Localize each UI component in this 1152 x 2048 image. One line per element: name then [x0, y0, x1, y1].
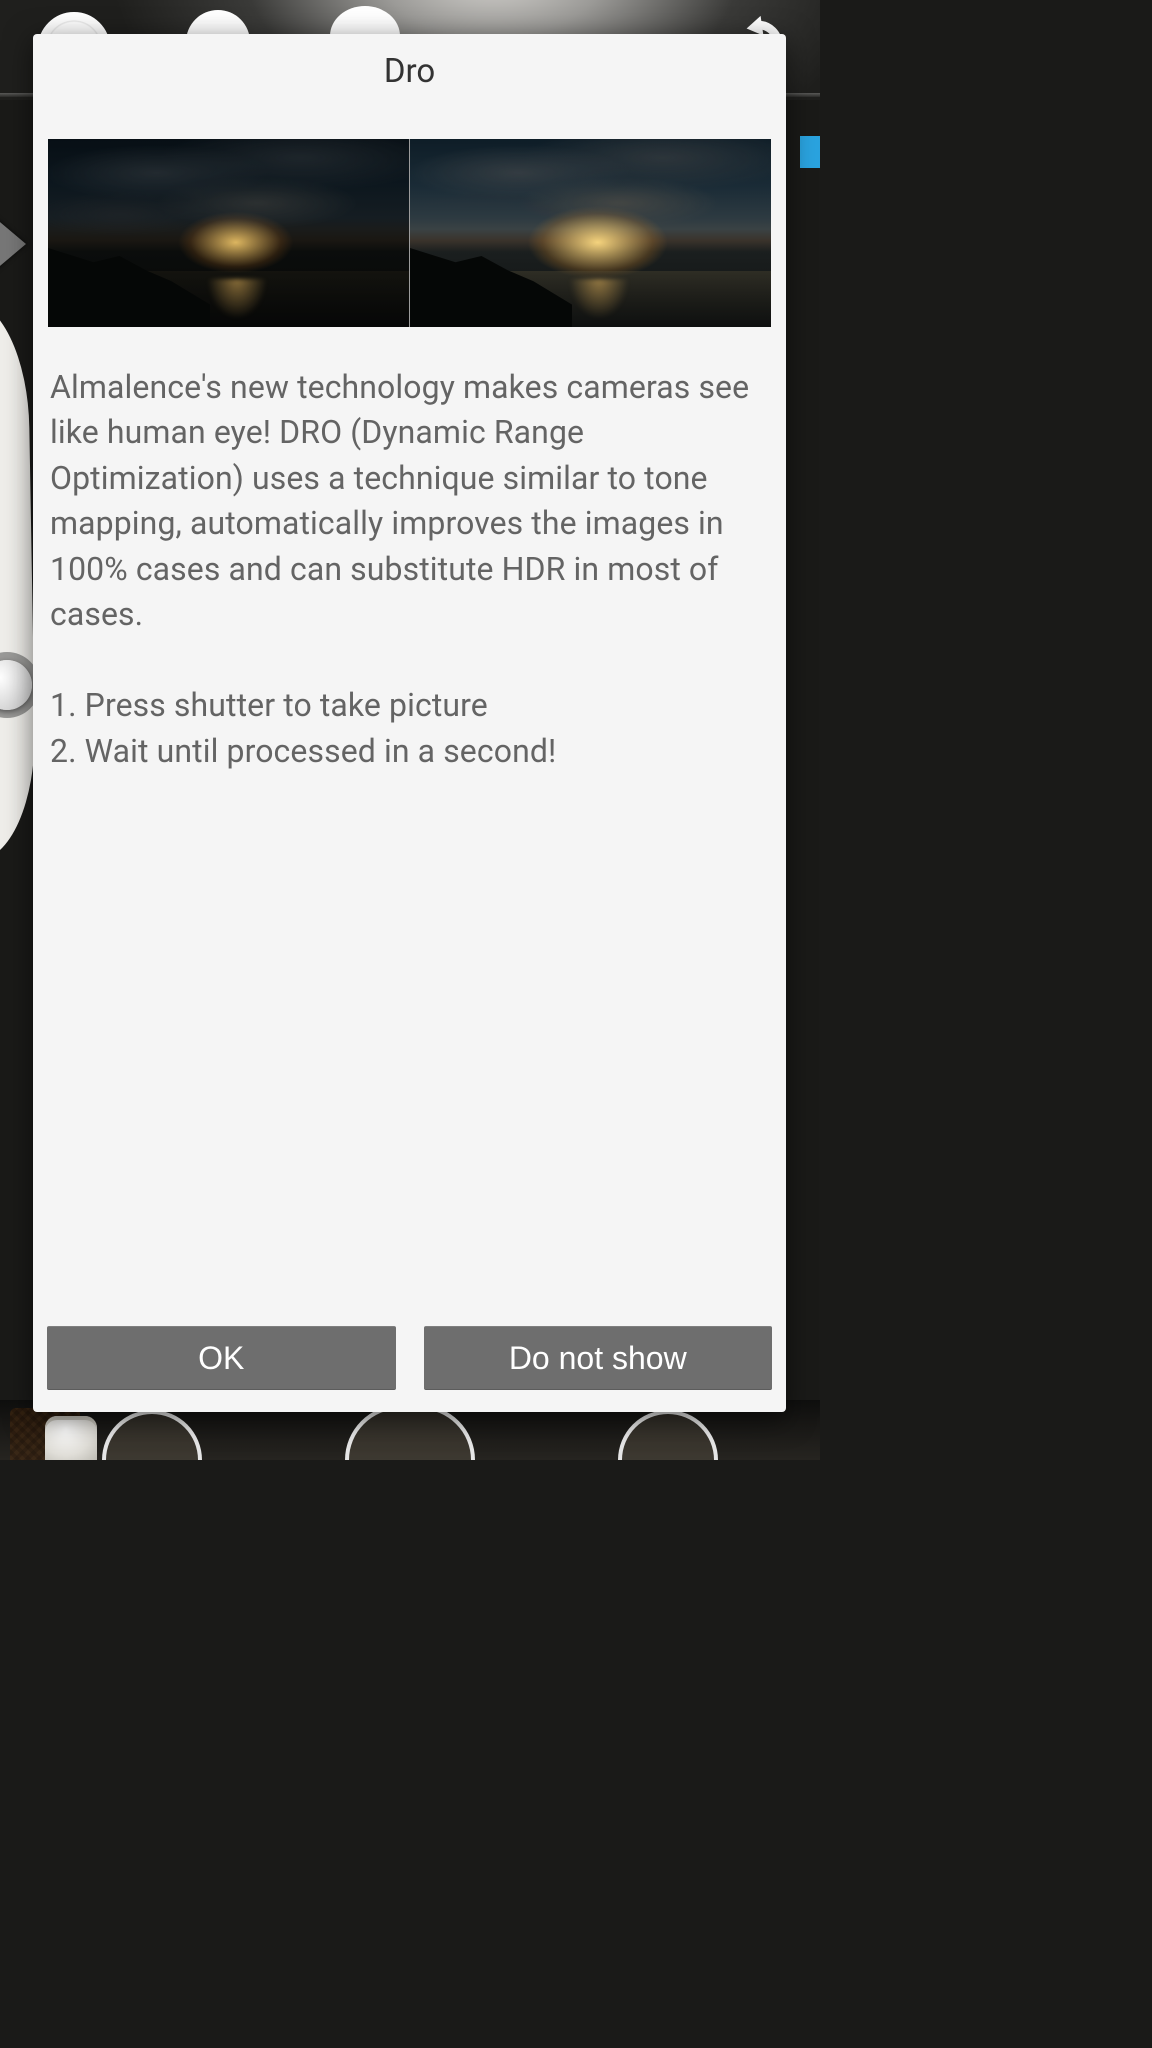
dialog-body: Almalence's new technology makes cameras…: [33, 107, 786, 1310]
after-image: [410, 139, 771, 327]
bg-viewfinder-object: [0, 300, 37, 861]
dialog-actions: OK Do not show: [33, 1310, 786, 1412]
expand-arrow-icon: [0, 212, 26, 276]
do-not-show-button[interactable]: Do not show: [424, 1326, 773, 1390]
ok-button[interactable]: OK: [47, 1326, 396, 1390]
bg-accent-tab: [800, 136, 820, 168]
bg-scene-jar: [45, 1416, 97, 1460]
bg-mode-ring: [102, 1410, 202, 1460]
before-image: [48, 139, 410, 327]
dialog-title: Dro: [33, 34, 786, 107]
dialog-description: Almalence's new technology makes cameras…: [48, 327, 771, 774]
bg-shutter-ring: [345, 1405, 475, 1460]
bg-settings-ring: [618, 1410, 718, 1460]
comparison-image: [48, 139, 771, 327]
dro-info-dialog: Dro Almalence's new technology makes cam…: [33, 34, 786, 1412]
